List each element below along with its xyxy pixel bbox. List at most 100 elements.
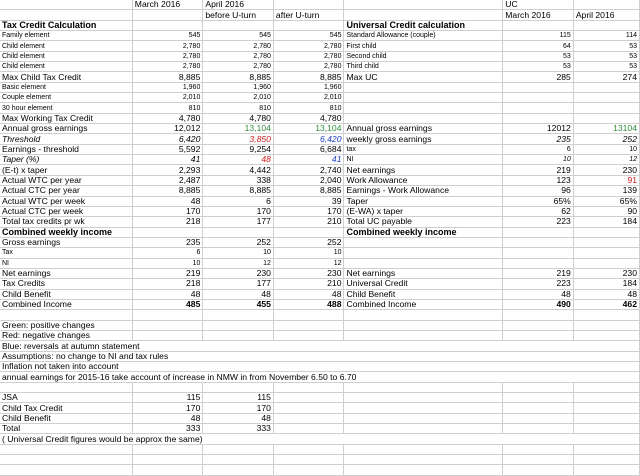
sheet-cell[interactable]: 48 bbox=[132, 413, 204, 425]
sheet-cell[interactable]: Second child bbox=[343, 51, 504, 63]
sheet-cell[interactable]: Max UC bbox=[343, 71, 504, 83]
sheet-cell[interactable] bbox=[502, 247, 574, 259]
sheet-cell[interactable]: 53 bbox=[502, 61, 574, 73]
sheet-cell[interactable]: 455 bbox=[202, 299, 274, 311]
sheet-cell[interactable]: Inflation not taken into account bbox=[0, 361, 640, 373]
sheet-cell[interactable] bbox=[573, 464, 640, 476]
sheet-cell[interactable]: 65% bbox=[573, 196, 640, 207]
sheet-cell[interactable]: 48 bbox=[502, 289, 574, 300]
sheet-cell[interactable]: Child element bbox=[0, 61, 133, 73]
sheet-cell[interactable]: NI bbox=[0, 258, 133, 269]
sheet-cell[interactable]: 48 bbox=[573, 289, 640, 300]
sheet-cell[interactable] bbox=[202, 454, 274, 466]
sheet-cell[interactable] bbox=[343, 392, 504, 404]
sheet-cell[interactable]: 13,104 bbox=[273, 123, 345, 135]
sheet-cell[interactable]: 48 bbox=[202, 413, 274, 425]
sheet-cell[interactable]: Tax Credit Calculation bbox=[0, 20, 133, 32]
sheet-cell[interactable] bbox=[343, 382, 504, 394]
sheet-cell[interactable] bbox=[273, 423, 345, 435]
sheet-cell[interactable] bbox=[343, 9, 504, 21]
sheet-cell[interactable] bbox=[202, 444, 274, 456]
sheet-cell[interactable]: 2,780 bbox=[202, 40, 274, 52]
sheet-cell[interactable]: 10 bbox=[573, 144, 640, 156]
sheet-cell[interactable]: 177 bbox=[202, 216, 274, 228]
sheet-cell[interactable] bbox=[132, 227, 204, 238]
sheet-cell[interactable]: 252 bbox=[273, 237, 345, 249]
sheet-cell[interactable] bbox=[502, 320, 574, 332]
sheet-cell[interactable] bbox=[502, 444, 574, 456]
sheet-cell[interactable] bbox=[202, 309, 274, 321]
sheet-cell[interactable] bbox=[0, 0, 133, 11]
sheet-cell[interactable]: 13104 bbox=[573, 123, 640, 135]
sheet-cell[interactable]: Actual WTC per year bbox=[0, 175, 133, 187]
sheet-cell[interactable] bbox=[573, 227, 640, 238]
sheet-cell[interactable]: 91 bbox=[573, 175, 640, 187]
sheet-cell[interactable]: Third child bbox=[343, 61, 504, 73]
sheet-cell[interactable] bbox=[0, 464, 133, 476]
sheet-cell[interactable]: Max Child Tax Credit bbox=[0, 71, 133, 83]
sheet-cell[interactable] bbox=[343, 92, 504, 104]
sheet-cell[interactable]: 230 bbox=[273, 268, 345, 280]
sheet-cell[interactable]: 230 bbox=[573, 164, 640, 176]
sheet-cell[interactable]: 8,885 bbox=[273, 185, 345, 197]
sheet-cell[interactable]: 10 bbox=[202, 247, 274, 259]
sheet-cell[interactable] bbox=[502, 82, 574, 94]
sheet-cell[interactable]: Child Benefit bbox=[0, 289, 133, 300]
sheet-cell[interactable]: 810 bbox=[132, 102, 204, 114]
sheet-cell[interactable] bbox=[573, 330, 640, 342]
sheet-cell[interactable] bbox=[502, 258, 574, 269]
sheet-cell[interactable] bbox=[202, 382, 274, 394]
sheet-cell[interactable]: 488 bbox=[273, 299, 345, 311]
sheet-cell[interactable] bbox=[573, 320, 640, 332]
sheet-cell[interactable] bbox=[573, 102, 640, 114]
sheet-cell[interactable]: 230 bbox=[573, 268, 640, 280]
sheet-cell[interactable]: 2,780 bbox=[132, 40, 204, 52]
sheet-cell[interactable]: 3,850 bbox=[202, 133, 274, 145]
sheet-cell[interactable]: April 2016 bbox=[573, 9, 640, 21]
sheet-cell[interactable] bbox=[343, 402, 504, 414]
sheet-cell[interactable]: Child Benefit bbox=[343, 289, 504, 300]
sheet-cell[interactable]: 8,885 bbox=[202, 185, 274, 197]
sheet-cell[interactable]: 96 bbox=[502, 185, 574, 197]
sheet-cell[interactable]: 10 bbox=[273, 247, 345, 259]
sheet-cell[interactable] bbox=[502, 227, 574, 238]
sheet-cell[interactable] bbox=[273, 0, 345, 11]
sheet-cell[interactable]: 12012 bbox=[502, 123, 574, 135]
sheet-cell[interactable]: 6,420 bbox=[273, 133, 345, 145]
sheet-cell[interactable]: 5,592 bbox=[132, 144, 204, 156]
sheet-cell[interactable]: 10 bbox=[502, 154, 574, 166]
sheet-cell[interactable]: 39 bbox=[273, 196, 345, 207]
sheet-cell[interactable]: 210 bbox=[273, 216, 345, 228]
sheet-cell[interactable]: Universal Credit bbox=[343, 278, 504, 290]
sheet-cell[interactable]: 62 bbox=[502, 206, 574, 218]
sheet-cell[interactable]: 210 bbox=[273, 278, 345, 290]
sheet-cell[interactable] bbox=[573, 309, 640, 321]
sheet-cell[interactable]: JSA bbox=[0, 392, 133, 404]
sheet-cell[interactable]: 2,780 bbox=[202, 61, 274, 73]
sheet-cell[interactable]: Child Tax Credit bbox=[0, 402, 133, 414]
sheet-cell[interactable] bbox=[132, 464, 204, 476]
sheet-cell[interactable] bbox=[202, 320, 274, 332]
sheet-cell[interactable] bbox=[273, 320, 345, 332]
sheet-cell[interactable] bbox=[273, 454, 345, 466]
sheet-cell[interactable] bbox=[573, 247, 640, 259]
sheet-cell[interactable]: Gross earnings bbox=[0, 237, 133, 249]
sheet-cell[interactable]: 333 bbox=[202, 423, 274, 435]
sheet-cell[interactable]: Net earnings bbox=[0, 268, 133, 280]
sheet-cell[interactable]: Total UC payable bbox=[343, 216, 504, 228]
sheet-cell[interactable] bbox=[502, 102, 574, 114]
sheet-cell[interactable] bbox=[573, 413, 640, 425]
sheet-cell[interactable] bbox=[343, 454, 504, 466]
sheet-cell[interactable]: First child bbox=[343, 40, 504, 52]
sheet-cell[interactable]: 219 bbox=[502, 268, 574, 280]
sheet-cell[interactable]: 2,780 bbox=[132, 51, 204, 63]
sheet-cell[interactable]: 462 bbox=[573, 299, 640, 311]
sheet-cell[interactable] bbox=[343, 258, 504, 269]
sheet-cell[interactable] bbox=[343, 247, 504, 259]
sheet-cell[interactable]: 48 bbox=[202, 289, 274, 300]
sheet-cell[interactable]: 48 bbox=[132, 196, 204, 207]
sheet-cell[interactable]: 8,885 bbox=[273, 71, 345, 83]
sheet-cell[interactable] bbox=[573, 423, 640, 435]
sheet-cell[interactable]: 115 bbox=[202, 392, 274, 404]
sheet-cell[interactable] bbox=[573, 0, 640, 11]
